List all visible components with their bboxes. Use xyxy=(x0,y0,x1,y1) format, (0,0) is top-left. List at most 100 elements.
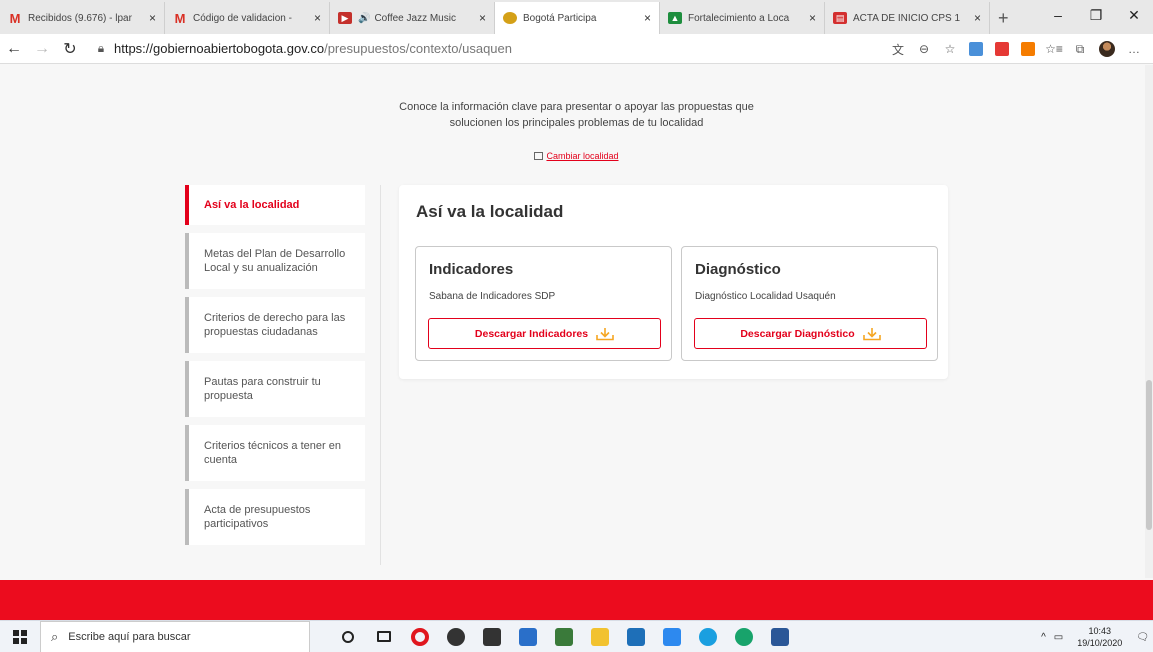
date: 19/10/2020 xyxy=(1077,638,1123,648)
task-view-icon[interactable] xyxy=(366,621,402,652)
taskbar-apps xyxy=(330,621,798,652)
tab-label: Bogotá Participa xyxy=(523,12,597,24)
lock-icon[interactable]: 🔒︎ xyxy=(92,41,110,56)
card-title: Diagnóstico xyxy=(695,261,781,278)
more-menu-icon[interactable]: … xyxy=(1121,37,1147,61)
extension-icon[interactable] xyxy=(995,42,1009,56)
close-tab-icon[interactable]: × xyxy=(974,11,981,25)
tab-label: ACTA DE INICIO CPS 1 xyxy=(853,12,961,24)
page-scrollbar[interactable] xyxy=(1145,65,1153,578)
search-placeholder: Escribe aquí para buscar xyxy=(68,630,191,643)
site-footer xyxy=(0,580,1153,620)
download-icon xyxy=(862,327,881,340)
url-host: https://gobiernoabiertobogota.gov.co xyxy=(114,41,325,56)
favorites-icon[interactable]: ☆≡ xyxy=(1041,37,1067,61)
tab-label: Fortalecimiento a Loca xyxy=(688,12,790,24)
favorite-star-icon[interactable]: ☆ xyxy=(937,37,963,61)
card-title: Indicadores xyxy=(429,261,514,278)
app-icon[interactable] xyxy=(546,621,582,652)
zoom-icon[interactable]: ⊖ xyxy=(911,37,937,61)
content-panel: Así va la localidad Indicadores Sabana d… xyxy=(399,185,948,379)
bogota-icon xyxy=(503,12,517,24)
close-tab-icon[interactable]: × xyxy=(644,11,651,25)
mail-icon[interactable] xyxy=(510,621,546,652)
cortana-icon[interactable] xyxy=(330,621,366,652)
sidenav-item-asi-va[interactable]: Así va la localidad xyxy=(185,185,365,225)
button-label: Descargar Diagnóstico xyxy=(740,327,855,340)
word-icon[interactable] xyxy=(762,621,798,652)
close-window-icon[interactable]: ✕ xyxy=(1115,0,1153,30)
tray-chevron-icon[interactable]: ^ xyxy=(1037,632,1050,643)
audio-playing-icon[interactable]: 🔊 xyxy=(358,13,370,24)
taskbar-search[interactable]: ⌕ Escribe aquí para buscar xyxy=(40,620,310,652)
tab-fortalecimiento[interactable]: ▲ Fortalecimiento a Loca × xyxy=(660,2,825,34)
tab-gmail-code[interactable]: M Código de validacion - × xyxy=(165,2,330,34)
system-tray: ^ ▭ 10:43 19/10/2020 🗨 xyxy=(1037,621,1153,652)
sidenav-item-pautas[interactable]: Pautas para construir tu propuesta xyxy=(185,361,365,417)
opera-icon[interactable] xyxy=(402,621,438,652)
sidenav-item-acta[interactable]: Acta de presupuestos participativos xyxy=(185,489,365,545)
sidenav-label: Criterios técnicos a tener en cuenta xyxy=(204,440,341,466)
tab-bogota-participa[interactable]: Bogotá Participa × xyxy=(495,2,660,34)
window-controls: – ❐ ✕ xyxy=(1039,0,1153,30)
sidenav-item-criterios-derecho[interactable]: Criterios de derecho para las propuestas… xyxy=(185,297,365,353)
change-locality-link[interactable]: Cambiar localidad xyxy=(546,151,618,161)
close-tab-icon[interactable]: × xyxy=(479,11,486,25)
edge-icon[interactable] xyxy=(726,621,762,652)
gmail-icon: M xyxy=(9,10,21,26)
sidenav-label: Así va la localidad xyxy=(204,199,300,211)
download-diagnostico-button[interactable]: Descargar Diagnóstico xyxy=(694,318,927,349)
youtube-icon: ▶ xyxy=(338,12,352,24)
extension-icon[interactable] xyxy=(1021,42,1035,56)
close-tab-icon[interactable]: × xyxy=(149,11,156,25)
browser-tab-strip: M Recibidos (9.676) - lpar × M Código de… xyxy=(0,0,1153,34)
maximize-icon[interactable]: ❐ xyxy=(1077,0,1115,30)
tab-label: Coffee Jazz Music xyxy=(374,12,456,24)
close-tab-icon[interactable]: × xyxy=(314,11,321,25)
tab-coffee-jazz[interactable]: ▶ 🔊 Coffee Jazz Music × xyxy=(330,2,495,34)
store-icon[interactable] xyxy=(474,621,510,652)
change-locality: Cambiar localidad xyxy=(0,151,1153,161)
card-subtitle: Sabana de Indicadores SDP xyxy=(429,291,556,302)
new-tab-button[interactable]: + xyxy=(990,2,1017,34)
download-icon xyxy=(596,327,614,340)
collections-icon[interactable]: ⧉ xyxy=(1067,37,1093,61)
minimize-icon[interactable]: – xyxy=(1039,0,1077,30)
clock[interactable]: 10:43 19/10/2020 xyxy=(1077,625,1122,649)
search-icon: ⌕ xyxy=(51,628,59,644)
sidenav-label: Acta de presupuestos participativos xyxy=(204,504,311,530)
url-path: /presupuestos/contexto/usaquen xyxy=(324,41,512,56)
tab-acta-inicio[interactable]: ▤ ACTA DE INICIO CPS 1 × xyxy=(825,2,990,34)
extension-icon[interactable] xyxy=(969,42,983,56)
windows-start-icon[interactable] xyxy=(0,621,40,652)
scrollbar-thumb[interactable] xyxy=(1146,380,1152,530)
sidenav-label: Criterios de derecho para las propuestas… xyxy=(204,312,346,338)
side-navigation: Así va la localidad Metas del Plan de De… xyxy=(185,185,365,553)
tab-label: Código de validacion - xyxy=(193,12,292,24)
back-icon[interactable]: ← xyxy=(0,35,28,63)
sidenav-label: Pautas para construir tu propuesta xyxy=(204,376,321,402)
intro-line: solucionen los principales problemas de … xyxy=(449,117,704,129)
profile-avatar-icon[interactable] xyxy=(1099,41,1115,57)
divider xyxy=(380,185,381,565)
tab-gmail-inbox[interactable]: M Recibidos (9.676) - lpar × xyxy=(0,2,165,34)
calculator-icon[interactable] xyxy=(654,621,690,652)
network-icon[interactable]: ▭ xyxy=(1050,632,1067,643)
forward-icon[interactable]: → xyxy=(28,35,56,63)
close-tab-icon[interactable]: × xyxy=(809,11,816,25)
file-explorer-icon[interactable] xyxy=(582,621,618,652)
sidenav-item-criterios-tecnicos[interactable]: Criterios técnicos a tener en cuenta xyxy=(185,425,365,481)
refresh-icon[interactable]: ↻ xyxy=(56,35,84,63)
translate-icon[interactable]: 文 xyxy=(885,37,911,61)
edge-icon[interactable] xyxy=(690,621,726,652)
button-label: Descargar Indicadores xyxy=(474,327,589,340)
pdf-icon: ▤ xyxy=(833,12,847,24)
sidenav-item-metas[interactable]: Metas del Plan de Desarrollo Local y su … xyxy=(185,233,365,289)
chrome-icon[interactable] xyxy=(438,621,474,652)
download-indicadores-button[interactable]: Descargar Indicadores xyxy=(428,318,661,349)
gmail-icon: M xyxy=(174,10,186,26)
photos-icon[interactable] xyxy=(618,621,654,652)
drive-icon: ▲ xyxy=(668,12,682,24)
url-field[interactable]: https://gobiernoabiertobogota.gov.co/pre… xyxy=(114,41,512,56)
notifications-icon[interactable]: 🗨 xyxy=(1132,632,1153,643)
